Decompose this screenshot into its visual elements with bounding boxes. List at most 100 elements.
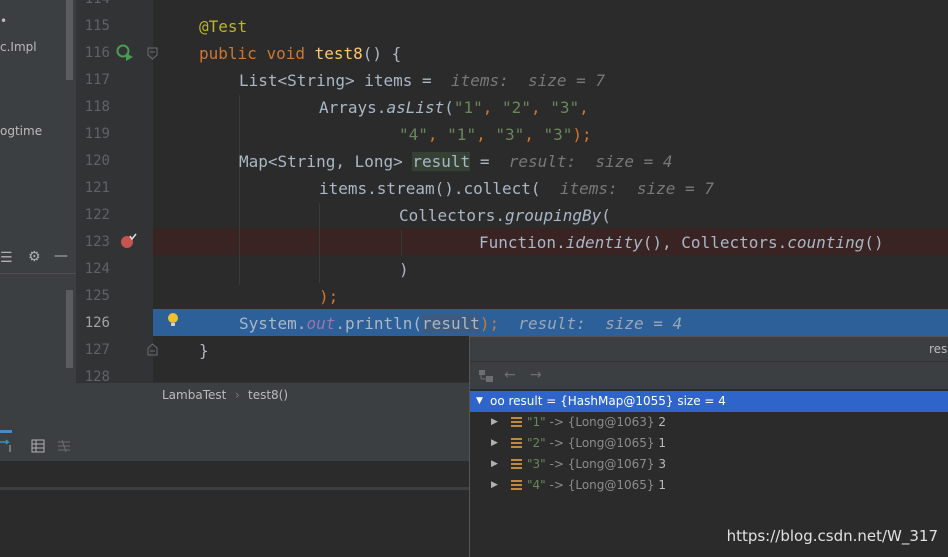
string-literal: "4" — [399, 125, 428, 144]
lightbulb-icon[interactable] — [166, 312, 180, 328]
tree-entry-row[interactable]: ▶ "2" -> {Long@1065} 1 — [470, 433, 948, 454]
variable-highlight: result — [412, 152, 471, 171]
entry-ref: {Long@1065} — [567, 436, 655, 450]
collapse-arrow-icon[interactable]: ▶ — [491, 433, 498, 454]
method-name: test8 — [314, 44, 363, 63]
code-line-126: System.out.println(result); result: size… — [239, 310, 682, 337]
run-test-icon[interactable] — [116, 44, 134, 62]
breadcrumb-class[interactable]: LambaTest — [162, 388, 226, 402]
code-text: List< — [239, 71, 288, 90]
entry-ref: {Long@1063} — [567, 415, 655, 429]
code-text: items.stream().collect( — [319, 179, 541, 198]
string-literal: "2" — [502, 98, 531, 117]
code-text: ); — [572, 125, 592, 144]
line-number: 115 — [84, 18, 110, 34]
line-number: 120 — [84, 153, 110, 169]
breakpoint-icon[interactable] — [120, 233, 138, 249]
inline-debug-hint: items: size = 7 — [441, 71, 606, 90]
string-literal: "1" — [447, 125, 477, 144]
panel-toolbar: ☰ ⚙ — — [0, 243, 76, 274]
indent-guide — [319, 203, 320, 283]
scrollbar[interactable] — [66, 0, 73, 80]
hierarchy-icon[interactable] — [478, 369, 494, 383]
back-arrow-icon[interactable]: ← — [504, 368, 516, 382]
collapse-icon[interactable]: ☰ — [0, 251, 13, 265]
field-icon — [511, 417, 522, 427]
fold-icon[interactable] — [147, 47, 158, 60]
entry-arrow: -> — [545, 457, 568, 471]
code-text: ); — [479, 314, 500, 333]
line-number: 125 — [84, 288, 110, 304]
code-line-115: @Test — [199, 13, 247, 40]
project-item[interactable]: • — [0, 14, 7, 28]
project-item[interactable]: c.Impl — [0, 40, 37, 54]
entry-value: 3 — [654, 457, 667, 471]
settings-list-icon[interactable] — [57, 439, 71, 453]
code-text: System. — [239, 314, 307, 333]
code-line-117: List<String> items = items: size = 7 — [239, 67, 605, 94]
entry-key: "4" — [527, 478, 546, 492]
variable-highlight: result — [422, 314, 480, 333]
string-literal: "1" — [453, 98, 483, 117]
forward-arrow-icon[interactable]: → — [530, 368, 542, 382]
gear-icon[interactable]: ⚙ — [28, 250, 41, 264]
field-ref: out — [306, 314, 336, 333]
divider — [0, 487, 469, 490]
code-text: ( — [601, 206, 611, 225]
breadcrumb-separator: › — [235, 388, 240, 402]
code-text: () { — [362, 44, 402, 63]
tree-root-row[interactable]: ▼ oo result = {HashMap@1055} size = 4 — [470, 391, 948, 412]
method-call: asList — [386, 98, 445, 117]
field-icon — [511, 438, 522, 448]
entry-arrow: -> — [545, 415, 568, 429]
debug-tab-bar — [0, 405, 469, 434]
line-number: 119 — [84, 126, 110, 142]
line-number: 116 — [84, 45, 110, 61]
tree-entry-row[interactable]: ▶ "3" -> {Long@1067} 3 — [470, 454, 948, 475]
code-text: ) — [399, 260, 409, 279]
breadcrumb-method[interactable]: test8() — [248, 388, 288, 402]
inline-debug-hint: items: size = 7 — [540, 179, 714, 198]
comma: , — [530, 98, 551, 117]
tree-entry-row[interactable]: ▶ "4" -> {Long@1065} 1 — [470, 475, 948, 496]
line-number: 122 — [84, 207, 110, 223]
code-text: = — [470, 152, 500, 171]
line-number: 123 — [84, 234, 110, 250]
method-call: counting — [787, 233, 865, 252]
entry-ref: {Long@1067} — [567, 457, 655, 471]
debug-value-popup[interactable]: resu ← → ▼ oo result = {HashMap@1055} si… — [469, 336, 948, 557]
code-line-120: Map<String, Long> result = result: size … — [239, 148, 672, 175]
project-item[interactable]: ogtime — [0, 124, 42, 138]
entry-key: "1" — [527, 415, 546, 429]
project-panel: • c.Impl ogtime ☰ ⚙ — — [0, 0, 76, 405]
popup-title: resu — [929, 342, 948, 356]
code-line-124: ) — [399, 256, 409, 283]
code-line-125: ); — [319, 283, 338, 310]
popup-toolbar: ← → — [470, 361, 948, 390]
entry-key: "2" — [527, 436, 546, 450]
field-icon — [511, 459, 522, 469]
code-line-118: Arrays.asList("1", "2", "3", — [319, 94, 589, 121]
collapse-arrow-icon[interactable]: ▶ — [491, 412, 498, 433]
fold-icon[interactable] — [147, 343, 158, 356]
debug-content — [0, 461, 469, 556]
code-text: .println( — [335, 314, 423, 333]
entry-value: 2 — [654, 415, 667, 429]
expand-arrow-icon[interactable]: ▼ — [476, 391, 483, 412]
entry-value: 1 — [654, 436, 667, 450]
code-line-123: Function.identity(), Collectors.counting… — [479, 229, 884, 256]
code-text: Function. — [479, 233, 566, 252]
code-text: Arrays. — [319, 98, 387, 117]
code-text: } — [199, 341, 209, 360]
collapse-arrow-icon[interactable]: ▶ — [491, 454, 498, 475]
tree-entry-row[interactable]: ▶ "1" -> {Long@1063} 2 — [470, 412, 948, 433]
step-icon[interactable] — [0, 439, 14, 453]
minimize-icon[interactable]: — — [54, 249, 68, 263]
method-call: groupingBy — [504, 206, 602, 225]
line-number: 126 — [84, 315, 110, 331]
collapse-arrow-icon[interactable]: ▶ — [491, 475, 498, 496]
scrollbar[interactable] — [66, 290, 73, 368]
code-text: String — [287, 71, 345, 90]
table-icon[interactable] — [31, 439, 45, 453]
line-number: 118 — [84, 99, 110, 115]
